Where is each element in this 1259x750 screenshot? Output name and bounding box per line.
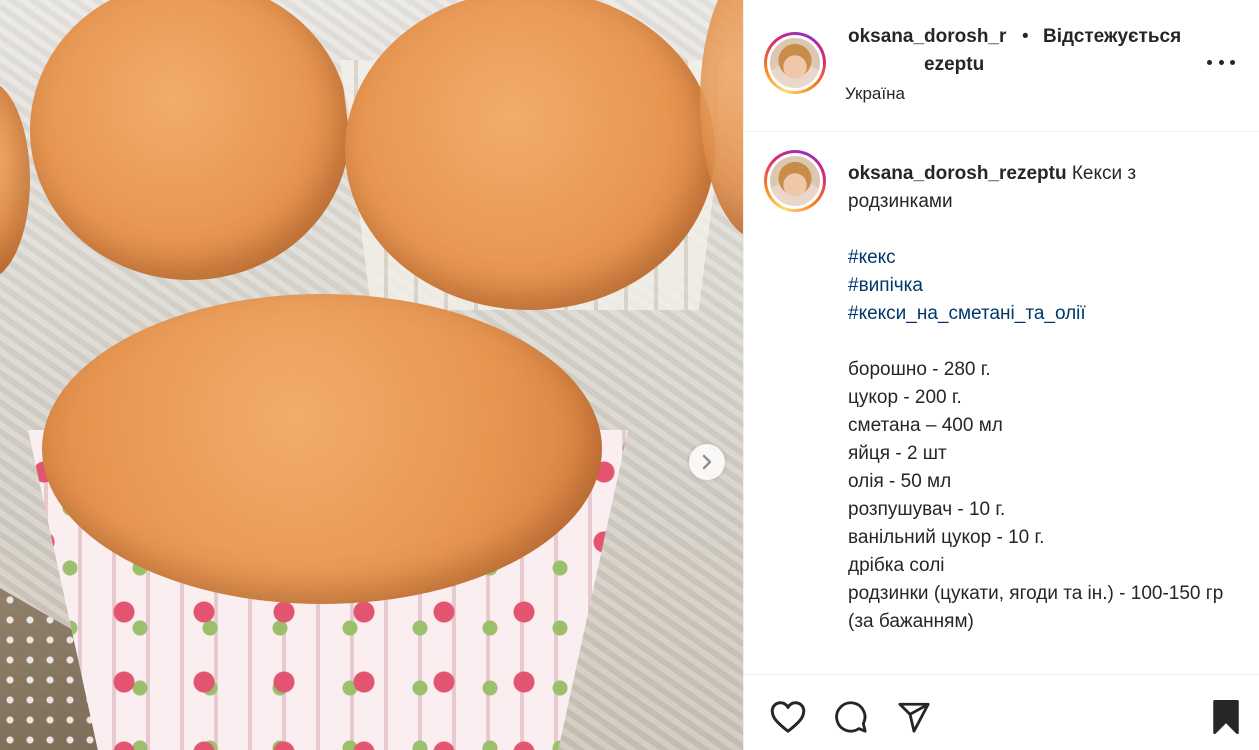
more-dot xyxy=(1230,59,1235,65)
author-username[interactable]: oksana_dorosh_r xyxy=(848,26,1006,48)
post-panel: oksana_dorosh_r • Відстежується ezeptu У… xyxy=(743,0,1259,750)
muffin-front xyxy=(42,294,602,604)
ingredient-item: ванільний цукор - 10 г. xyxy=(848,527,1045,548)
ingredient-item: дрібка солі xyxy=(848,555,945,576)
chevron-right-icon xyxy=(702,454,712,470)
ingredient-item: розпушувач - 10 г. xyxy=(848,499,1006,520)
heart-icon xyxy=(770,701,806,733)
like-button[interactable] xyxy=(770,699,806,735)
post-header: oksana_dorosh_r • Відстежується ezeptu У… xyxy=(744,0,1259,132)
author-username-continued[interactable]: ezeptu xyxy=(924,54,984,76)
more-horizontal-icon xyxy=(1207,59,1212,65)
post-photo xyxy=(0,0,743,750)
post-location[interactable]: Україна xyxy=(845,84,905,104)
follow-status-button[interactable]: Відстежується xyxy=(1043,26,1181,48)
muffin-back-right xyxy=(345,0,715,310)
hashtag-link[interactable]: #кекс xyxy=(848,244,1233,272)
ingredient-item: яйця - 2 шт xyxy=(848,443,947,464)
bookmark-icon xyxy=(1213,700,1239,734)
send-icon xyxy=(898,702,930,733)
ingredient-item: сметана – 400 мл xyxy=(848,415,1003,436)
hashtag-link[interactable]: #кекси_на_сметані_та_олії xyxy=(848,300,1233,328)
share-button[interactable] xyxy=(896,699,932,735)
action-bar xyxy=(744,674,1259,750)
more-dot xyxy=(1218,59,1224,65)
ingredient-item: борошно - 280 г. xyxy=(848,359,991,380)
next-photo-button[interactable] xyxy=(689,444,725,480)
post-caption: oksana_dorosh_rezeptu Кекси з родзинками… xyxy=(848,160,1233,636)
separator-dot: • xyxy=(1022,26,1029,47)
avatar-photo xyxy=(770,156,820,206)
hashtag-link[interactable]: #випічка xyxy=(848,272,1233,300)
ingredient-item: олія - 50 мл xyxy=(848,471,952,492)
hashtag-list: #кекс #випічка #кекси_на_сметані_та_олії xyxy=(848,244,1233,328)
more-options-button[interactable] xyxy=(1207,52,1235,72)
avatar-photo xyxy=(770,38,820,88)
ingredient-list: борошно - 280 г. цукор - 200 г. сметана … xyxy=(848,356,1233,636)
ingredient-item: родзинки (цукати, ягоди та ін.) - 100-15… xyxy=(848,583,1224,632)
author-avatar[interactable] xyxy=(764,32,826,94)
caption-author-avatar[interactable] xyxy=(764,150,826,212)
comment-button[interactable] xyxy=(833,699,869,735)
caption-area: oksana_dorosh_rezeptu Кекси з родзинками… xyxy=(744,132,1259,672)
save-button[interactable] xyxy=(1208,699,1244,735)
ingredient-item: цукор - 200 г. xyxy=(848,387,962,408)
comment-icon xyxy=(835,701,867,733)
caption-username[interactable]: oksana_dorosh_rezeptu xyxy=(848,163,1067,184)
